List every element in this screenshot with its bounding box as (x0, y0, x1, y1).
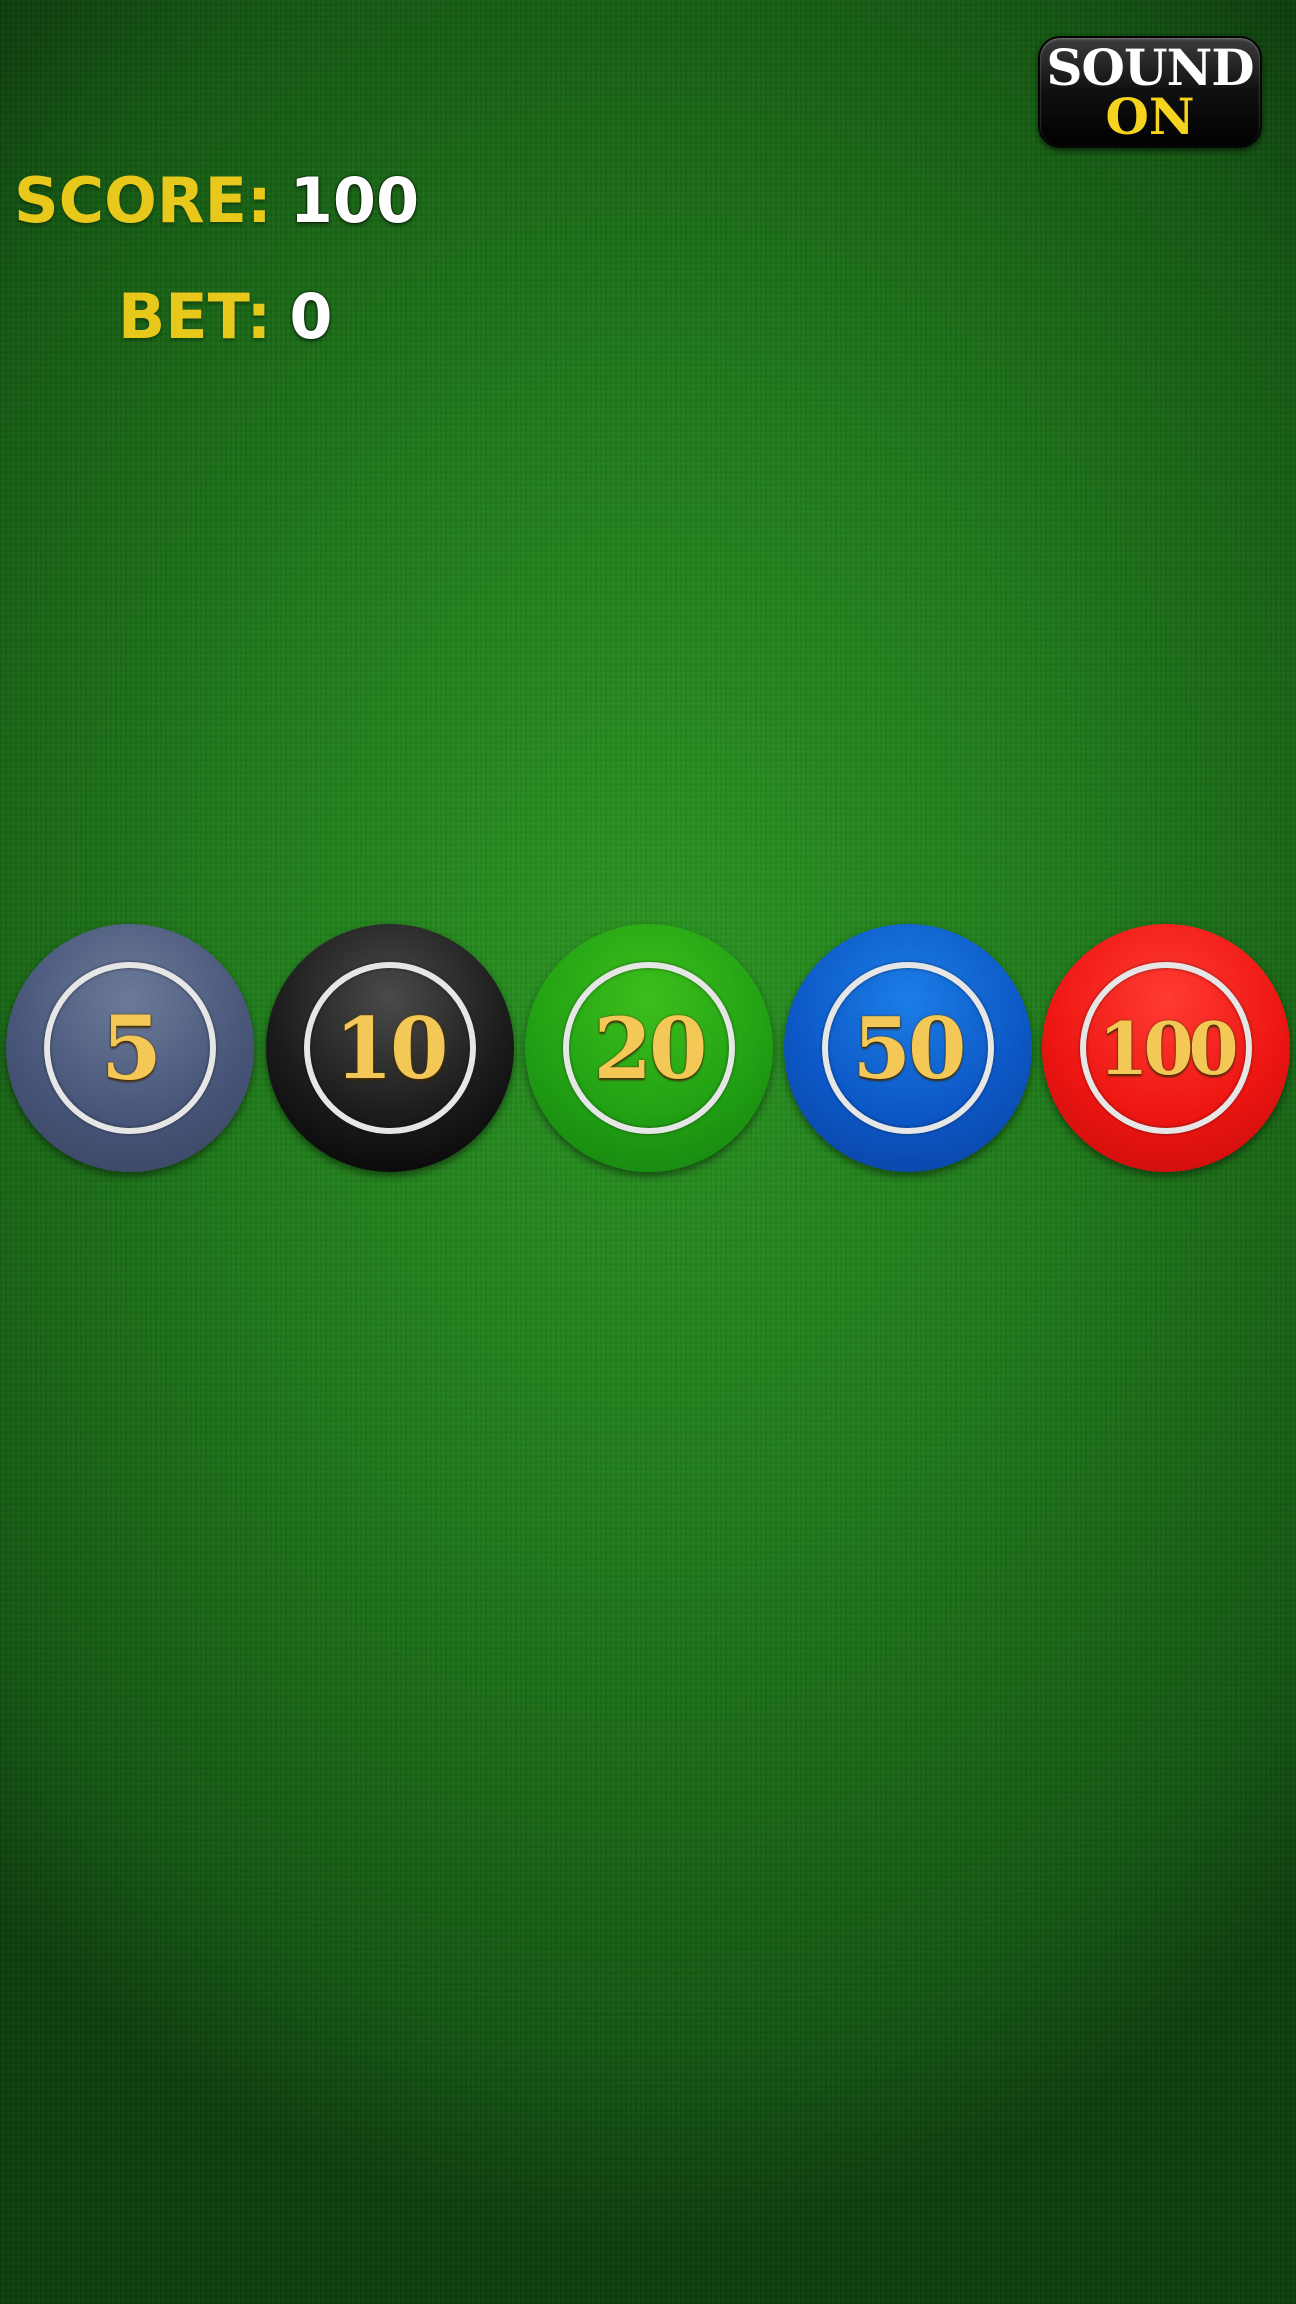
chip-ring: 50 (822, 962, 994, 1134)
chip-ring: 100 (1080, 962, 1252, 1134)
chip-value: 50 (852, 998, 967, 1098)
chip-50[interactable]: 50 (784, 924, 1032, 1172)
sound-button-label: SOUND (1046, 38, 1254, 97)
chip-20[interactable]: 20 (525, 924, 773, 1172)
score-value: 100 (289, 164, 420, 237)
bet-value: 0 (289, 280, 333, 353)
chip-value: 20 (593, 998, 708, 1098)
score-display: SCORE: 100 (14, 170, 419, 232)
chip-ring: 5 (44, 962, 216, 1134)
chip-value: 100 (1098, 1005, 1238, 1091)
sound-toggle-button[interactable]: SOUND ON (1038, 36, 1262, 148)
chip-value: 5 (100, 996, 162, 1100)
sound-button-state: ON (1105, 87, 1195, 146)
bet-label: BET: (118, 280, 272, 353)
chip-ring: 20 (563, 962, 735, 1134)
chip-10[interactable]: 10 (266, 924, 514, 1172)
score-label: SCORE: (14, 164, 272, 237)
chip-ring: 10 (304, 962, 476, 1134)
chip-5[interactable]: 5 (6, 924, 254, 1172)
chip-value: 10 (334, 998, 449, 1098)
bet-display: BET: 0 (118, 286, 332, 348)
chip-selector: 5 10 20 50 100 (0, 924, 1296, 1174)
chip-100[interactable]: 100 (1042, 924, 1290, 1172)
